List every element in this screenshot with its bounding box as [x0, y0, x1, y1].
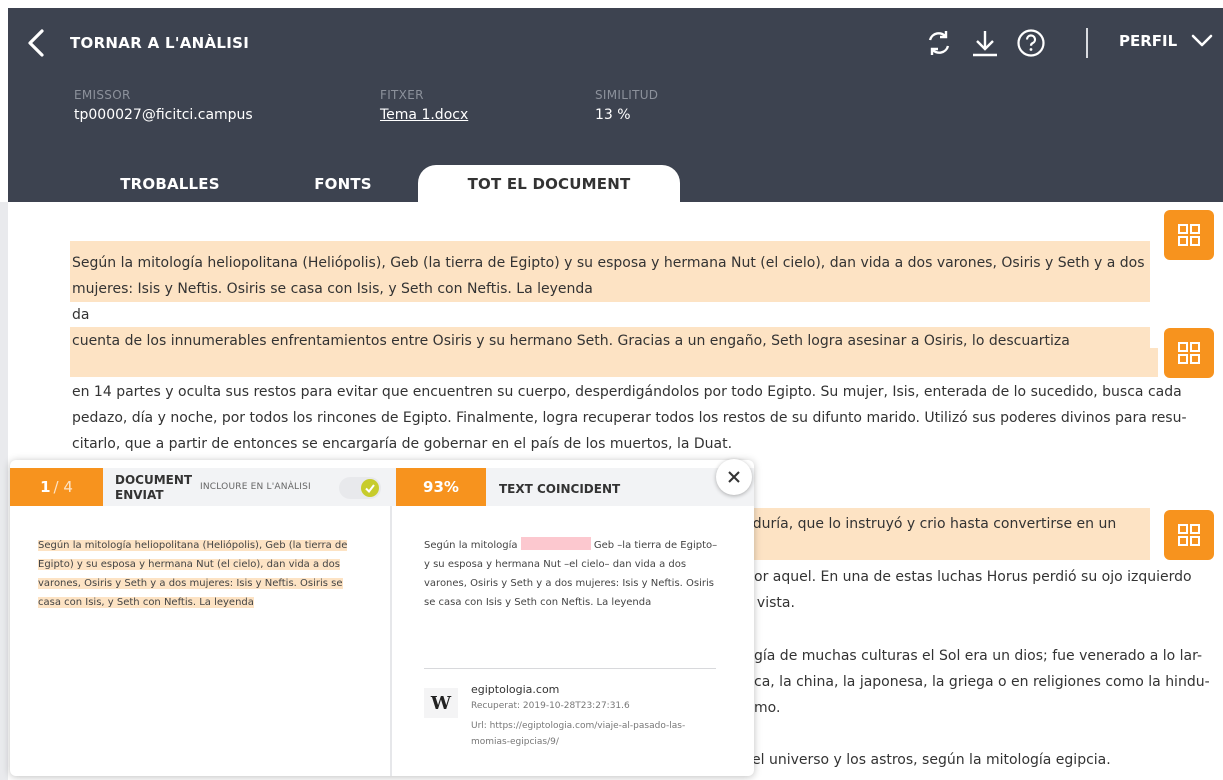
match-counter: 1 / 4: [10, 468, 103, 506]
header-actions: [922, 26, 1048, 60]
doc-line-3: da: [72, 307, 90, 323]
meta-sender-value: tp000027@ficitci.campus: [74, 107, 253, 123]
match-counter-current: 1: [40, 478, 51, 496]
grid-icon: [1178, 524, 1200, 546]
match-grid-button-1[interactable]: [1164, 210, 1214, 260]
sent-document-label-line2: ENVIAT: [115, 488, 164, 502]
matching-text-excerpt: Según la mitología Geb –la tierra de Egi…: [424, 536, 724, 612]
tab-tot-el-document[interactable]: TOT EL DOCUMENT: [418, 165, 680, 202]
redacted-segment: [520, 537, 591, 550]
doc-partial-line-5: gía de muchas culturas el Sol era un dio…: [754, 648, 1203, 664]
meta-file-link[interactable]: Tema 1.docx: [380, 107, 468, 123]
doc-line-7: citarlo, que a partir de entonces se enc…: [72, 436, 733, 452]
tab-troballes[interactable]: TROBALLES: [90, 165, 250, 202]
match-grid-button-3[interactable]: [1164, 510, 1214, 560]
doc-line-6: pedazo, día y noche, por todos los rinco…: [72, 410, 1187, 426]
include-in-analysis-toggle[interactable]: [339, 477, 381, 499]
match-percentage: 93%: [396, 468, 486, 506]
tab-fonts[interactable]: FONTS: [278, 165, 408, 202]
doc-line-4: cuenta de los innumerables enfrentamient…: [72, 333, 1070, 349]
back-chevron-icon[interactable]: [24, 28, 48, 58]
meta-file: FITXER Tema 1.docx: [380, 88, 468, 123]
chevron-down-icon: [1191, 34, 1213, 47]
download-icon[interactable]: [968, 26, 1002, 60]
doc-line-2: mujeres: Isis y Neftis. Osiris se casa c…: [72, 281, 593, 297]
sent-document-label-line1: DOCUMENT: [115, 473, 193, 487]
left-edge-strip: [0, 202, 8, 780]
matching-text-label: TEXT COINCIDENT: [499, 482, 621, 496]
toggle-knob: [361, 479, 379, 497]
sent-text-highlight: Según la mitología heliopolitana (Helióp…: [38, 540, 348, 608]
profile-label: PERFIL: [1119, 32, 1178, 50]
refresh-icon[interactable]: [922, 26, 956, 60]
source-url[interactable]: Url: https://egiptologia.com/viaje-al-pa…: [471, 718, 721, 750]
doc-partial-line-9: el universo y los astros, según la mitol…: [752, 752, 1111, 768]
grid-icon: [1178, 224, 1200, 246]
meta-similarity-value: 13 %: [595, 107, 631, 123]
match-detail-popup: 1 / 4 DOCUMENT ENVIAT INCLOURE EN L'ANÀL…: [10, 460, 754, 776]
doc-partial-line-1: biduría, que lo instruyó y crio hasta co…: [740, 516, 1117, 532]
meta-similarity: SIMILITUD 13 %: [595, 88, 658, 123]
profile-menu[interactable]: PERFIL: [1119, 32, 1213, 50]
popup-column-divider: [390, 506, 392, 776]
doc-partial-line-7: mo.: [754, 700, 781, 716]
help-icon[interactable]: [1014, 26, 1048, 60]
source-name[interactable]: egiptologia.com: [471, 683, 559, 696]
highlight-edge-2: [1148, 348, 1158, 377]
sent-document-label: DOCUMENT ENVIAT: [115, 473, 192, 503]
back-to-analysis-link[interactable]: TORNAR A L'ANÀLISI: [70, 34, 249, 52]
match-grid-button-2[interactable]: [1164, 328, 1214, 378]
doc-partial-line-6: ca, la china, la japonesa, la griega o e…: [754, 674, 1210, 690]
match-counter-total: / 4: [53, 478, 73, 496]
source-logo-icon: W: [424, 688, 458, 718]
header-bar: TORNAR A L'ANÀLISI PERFIL EMISSOR tp0000…: [8, 8, 1223, 202]
close-icon: [728, 471, 740, 483]
header-divider: [1086, 28, 1088, 58]
doc-line-1: Según la mitología heliopolitana (Helióp…: [72, 255, 1145, 271]
meta-similarity-label: SIMILITUD: [595, 88, 659, 102]
source-separator: [424, 668, 716, 669]
include-in-analysis-label: INCLOURE EN L'ANÀLISI: [200, 482, 311, 492]
sent-text-excerpt: Según la mitología heliopolitana (Helióp…: [38, 536, 360, 612]
check-icon: [365, 484, 375, 494]
grid-icon: [1178, 342, 1200, 364]
doc-partial-line-2: or aquel. En una de estas luchas Horus p…: [754, 569, 1192, 585]
meta-file-label: FITXER: [380, 88, 424, 102]
close-popup-button[interactable]: [716, 459, 752, 495]
meta-sender-label: EMISSOR: [74, 88, 131, 102]
source-retrieved-date: Recuperat: 2019-10-28T23:27:31.6: [471, 701, 630, 711]
doc-line-5: en 14 partes y oculta sus restos para ev…: [72, 384, 1182, 400]
matching-text-before: Según la mitología: [424, 540, 518, 551]
meta-sender: EMISSOR tp000027@ficitci.campus: [74, 88, 253, 123]
